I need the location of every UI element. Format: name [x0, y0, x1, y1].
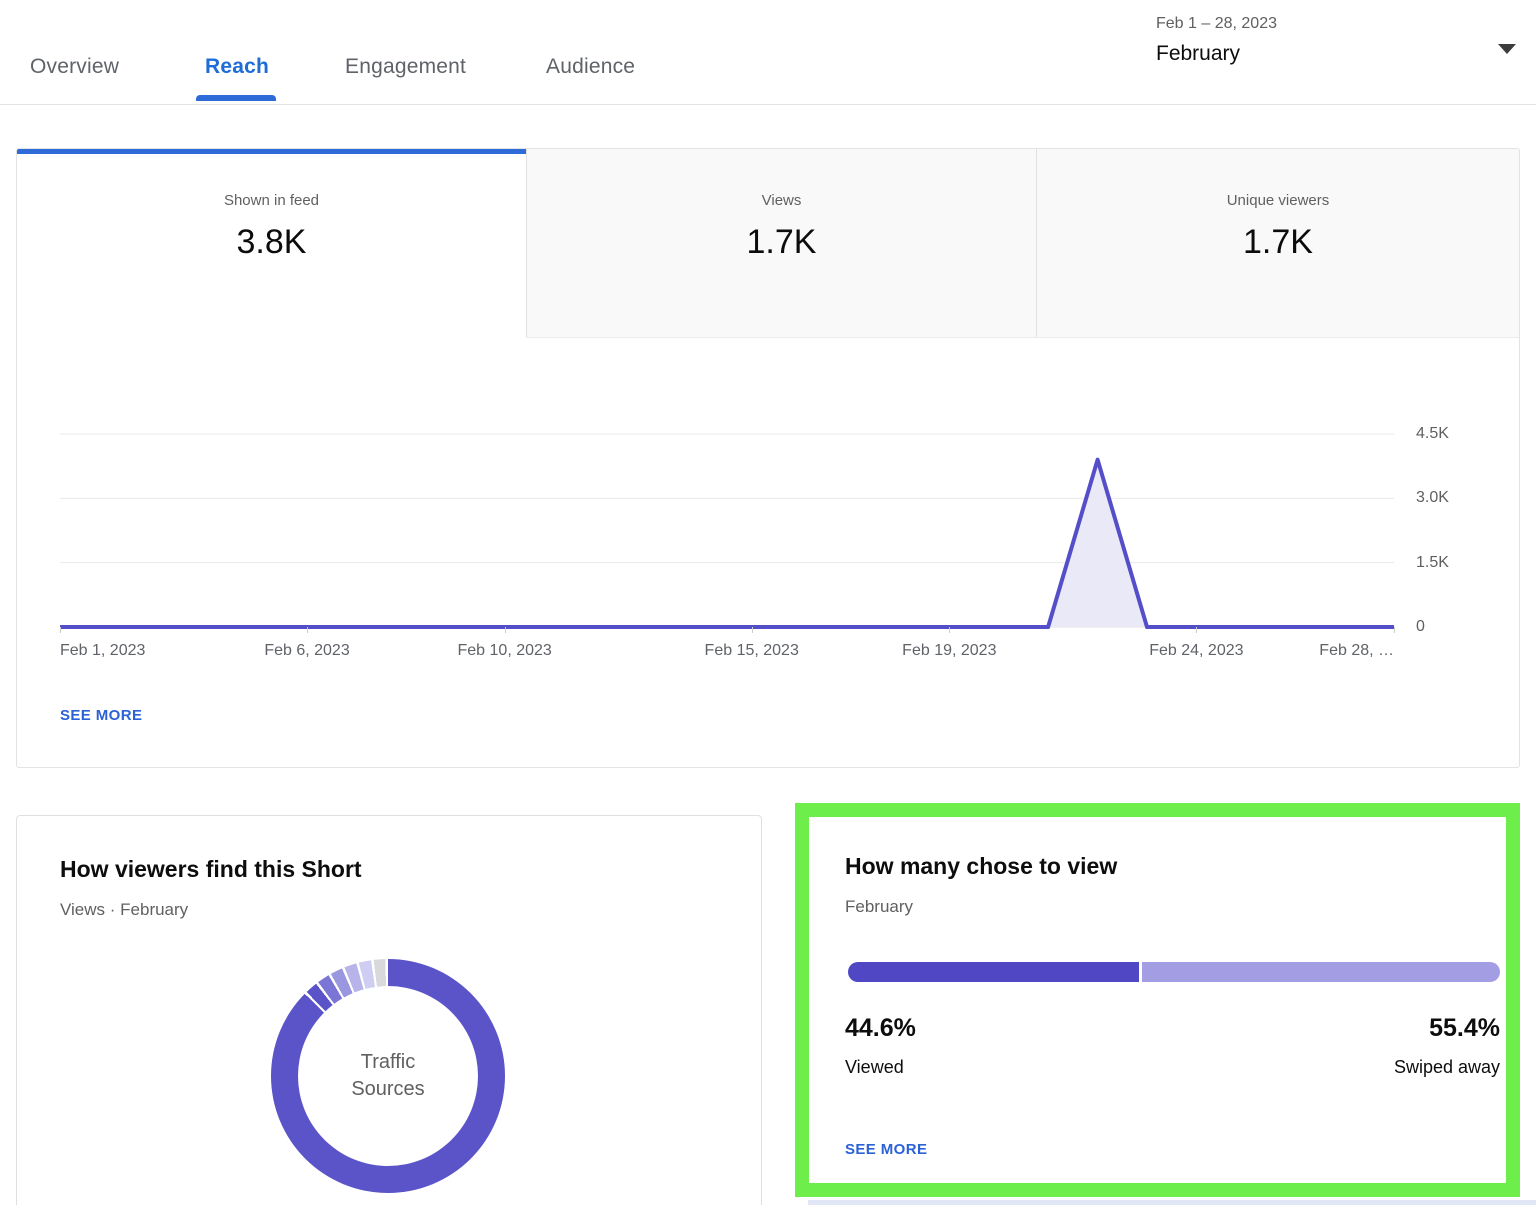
metric-tab-shown-in-feed[interactable]: Shown in feed 3.8K [17, 149, 526, 338]
progress-segment-swiped [1141, 962, 1500, 982]
x-axis-label: Feb 10, 2023 [457, 642, 552, 659]
x-axis-tick [60, 627, 61, 633]
x-axis-tick [1394, 627, 1395, 633]
metric-label: Shown in feed [223, 192, 320, 209]
x-axis-label: Feb 15, 2023 [704, 642, 799, 659]
y-axis-label: 0 [1416, 618, 1425, 635]
date-period-text: February [1156, 42, 1241, 65]
next-section-top-edge [808, 1200, 1536, 1205]
metric-tabs: Shown in feed 3.8K Views 1.7K Unique vie… [17, 149, 1519, 338]
traffic-sources-card: How viewers find this Short Views · Febr… [16, 815, 762, 1205]
metric-value: 1.7K [746, 223, 817, 261]
metric-value: 3.8K [236, 223, 307, 261]
active-tab-indicator [196, 95, 276, 101]
traffic-sources-donut: Traffic Sources [271, 959, 505, 1193]
metric-label: Unique viewers [1226, 192, 1330, 209]
x-axis-label: Feb 24, 2023 [1149, 642, 1244, 659]
swiped-label: Swiped away [1393, 1057, 1500, 1077]
x-axis-label: Feb 1, 2023 [60, 642, 146, 659]
x-axis-tick [307, 627, 309, 633]
card-subtitle: Views · February [60, 900, 189, 919]
chose-progress-bar [848, 962, 1500, 982]
viewed-label: Viewed [845, 1057, 904, 1077]
metric-label: Views [761, 192, 802, 209]
x-axis-tick [949, 627, 951, 633]
swiped-percent: 55.4% [1429, 1014, 1500, 1042]
metric-tab-views[interactable]: Views 1.7K [526, 149, 1036, 338]
tab-overview[interactable]: Overview [30, 54, 119, 80]
progress-segment-viewed [848, 962, 1139, 982]
donut-center-label: Traffic Sources [351, 1051, 425, 1100]
y-axis-label: 4.5K [1416, 425, 1449, 442]
date-range-text: Feb 1 – 28, 2023 [1156, 15, 1277, 32]
dropdown-caret-icon[interactable] [1498, 44, 1516, 54]
y-axis-label: 1.5K [1416, 553, 1449, 571]
reach-line-chart [60, 418, 1394, 629]
chose-to-view-card: How many chose to view February 44.6% 55… [809, 817, 1506, 1183]
x-axis-tick [1196, 627, 1198, 633]
tab-reach[interactable]: Reach [205, 54, 269, 80]
highlight-outline: How many chose to view February 44.6% 55… [795, 803, 1520, 1197]
x-axis-label: Feb 28, … [1319, 642, 1394, 659]
metric-value: 1.7K [1243, 223, 1313, 261]
x-axis-tick [751, 627, 753, 633]
top-nav: Overview Reach Engagement Audience Feb 1… [0, 0, 1536, 105]
card-subtitle: February [845, 897, 914, 916]
see-more-link-chose[interactable]: SEE MORE [845, 1141, 927, 1158]
reach-analytics-page: Overview Reach Engagement Audience Feb 1… [0, 0, 1536, 1205]
metric-tab-unique-viewers[interactable]: Unique viewers 1.7K [1036, 149, 1519, 338]
tab-audience[interactable]: Audience [546, 54, 635, 80]
viewed-percent: 44.6% [845, 1014, 916, 1042]
see-more-link-chart[interactable]: SEE MORE [60, 707, 142, 724]
tab-engagement[interactable]: Engagement [345, 54, 466, 80]
y-axis-label: 3.0K [1416, 489, 1449, 507]
x-axis-tick [504, 627, 506, 633]
date-range-picker[interactable]: Feb 1 – 28, 2023 February [1140, 10, 1536, 90]
x-axis-label: Feb 6, 2023 [264, 642, 350, 659]
card-title: How viewers find this Short [60, 856, 362, 882]
x-axis-label: Feb 19, 2023 [902, 642, 997, 659]
reach-chart-card: Shown in feed 3.8K Views 1.7K Unique vie… [16, 148, 1520, 768]
card-title: How many chose to view [845, 853, 1118, 879]
